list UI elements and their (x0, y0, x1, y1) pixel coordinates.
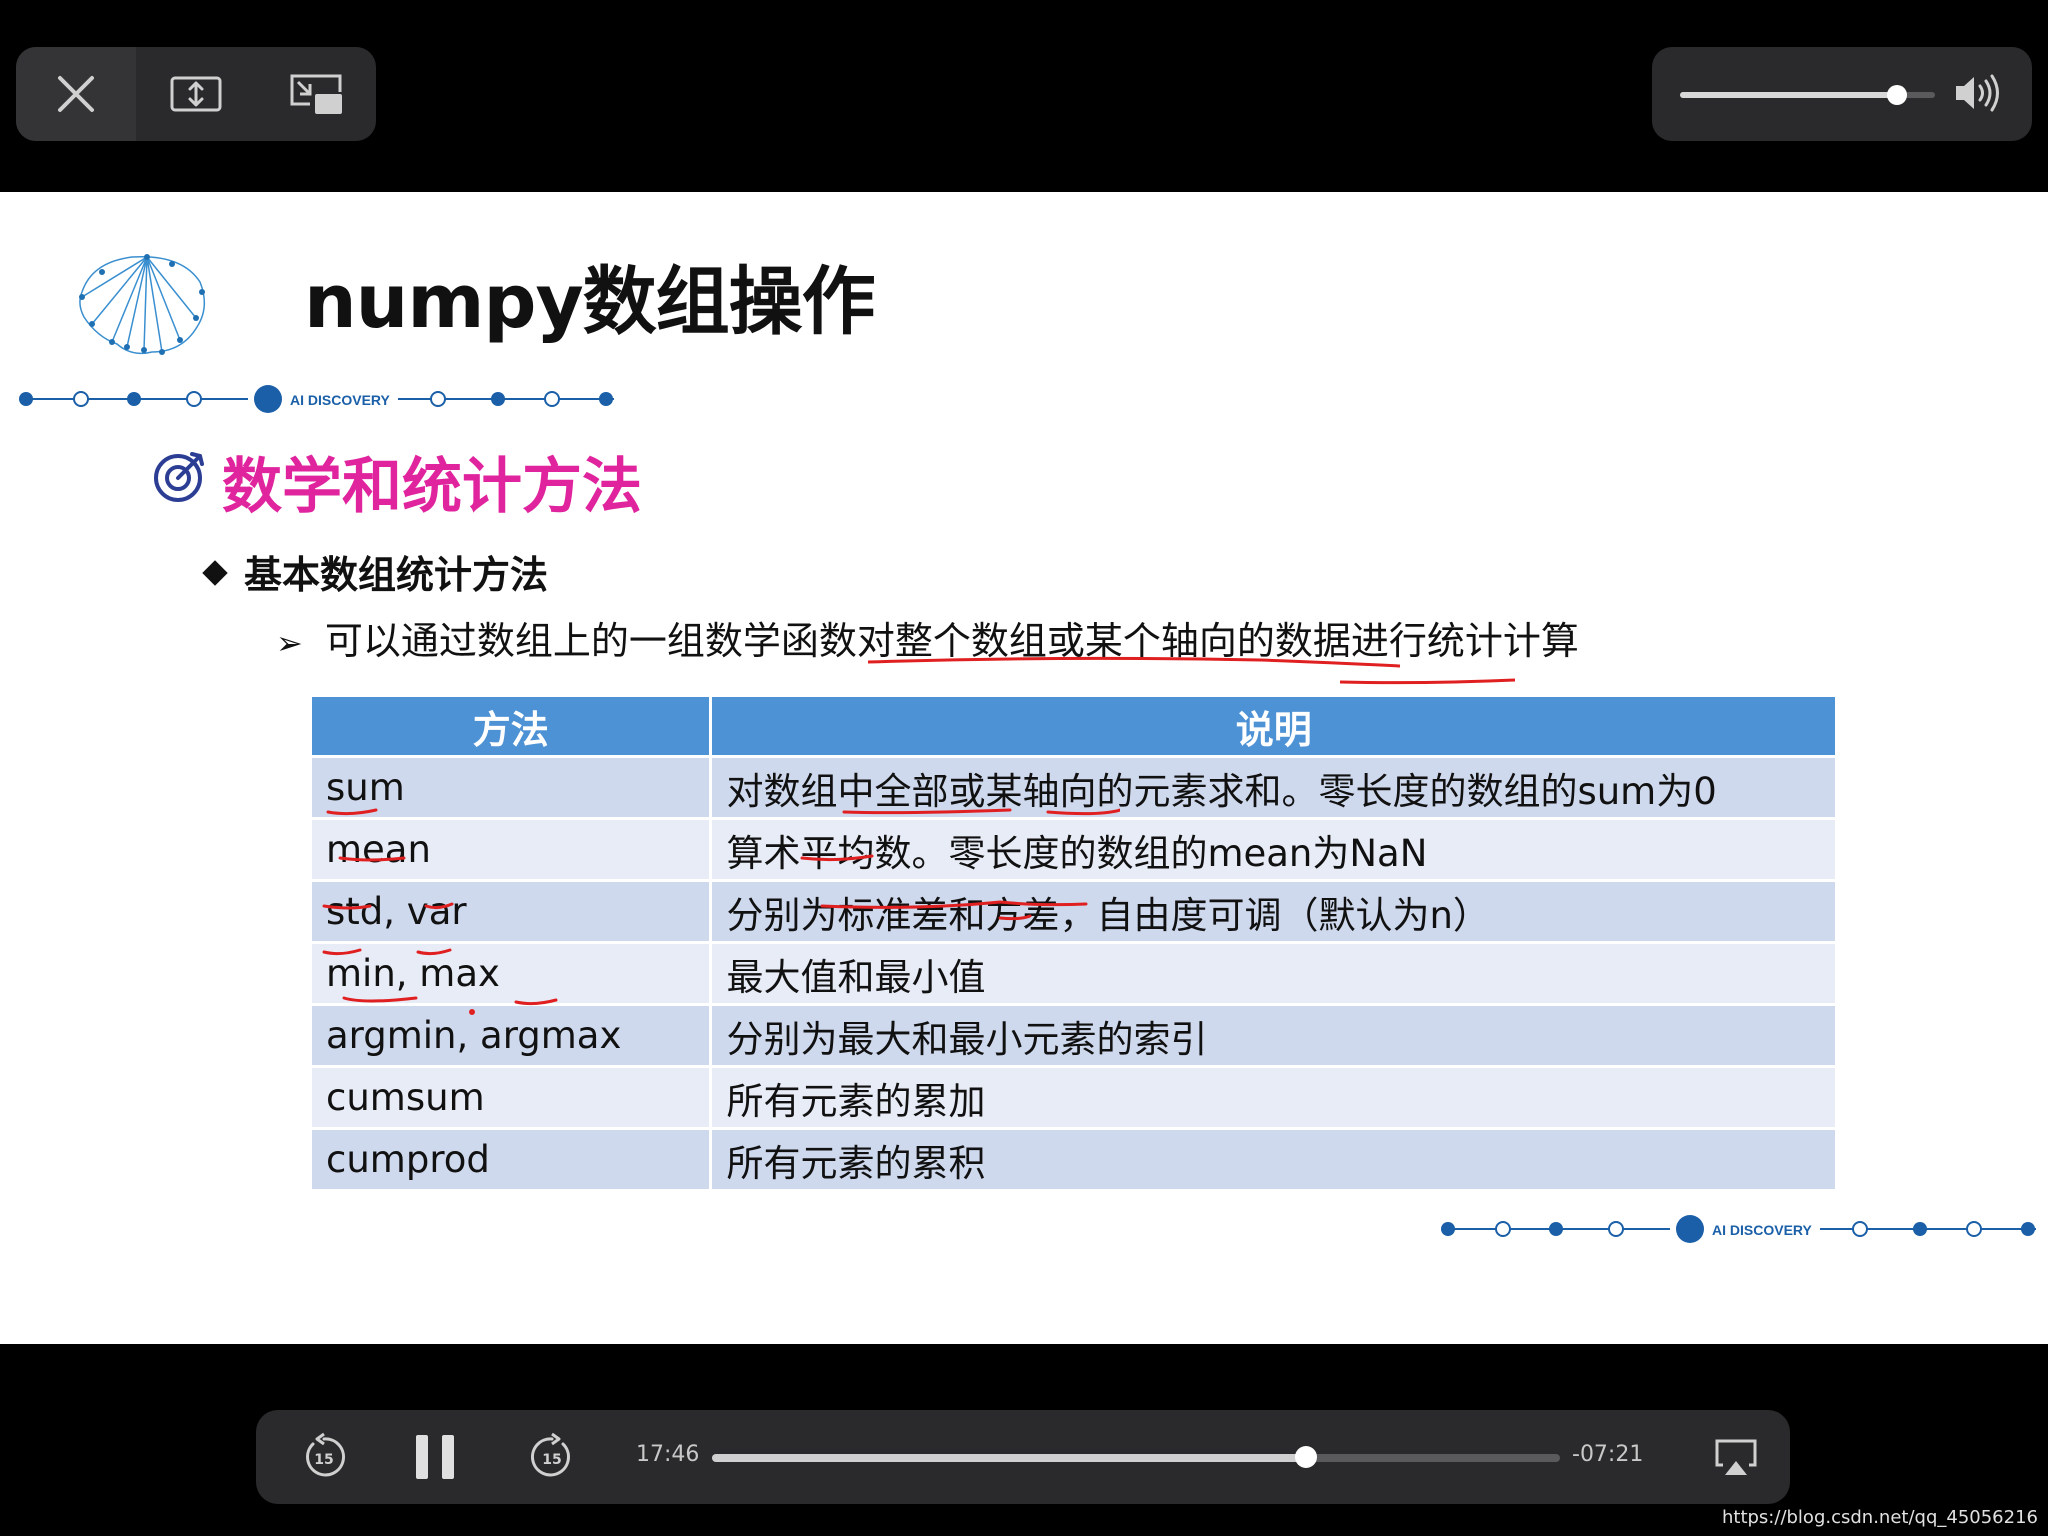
progress-bar-fill (712, 1454, 1306, 1462)
close-icon (58, 76, 94, 112)
time-elapsed: 17:46 (636, 1442, 700, 1467)
handwritten-annotation (867, 656, 1516, 685)
skip-back-button[interactable]: 15 (284, 1410, 364, 1504)
table-header-row: 方法 说明 (308, 694, 1838, 758)
airplay-button[interactable] (1696, 1410, 1776, 1504)
close-button[interactable] (16, 47, 136, 141)
bullet-level1-text: 基本数组统计方法 (244, 553, 549, 597)
decorative-dot-line: AI DISCOVERY (19, 383, 614, 415)
skip-back-15-icon: 15 (306, 1432, 345, 1477)
decorative-dot-line: AI DISCOVERY (1441, 1213, 2036, 1245)
progress-bar[interactable] (712, 1446, 1560, 1468)
resize-icon (170, 76, 222, 112)
skip-forward-15-icon: 15 (531, 1432, 570, 1477)
bottom-control-bar: 15 15 17:46 -07:21 https://blog.csdn.net… (0, 1344, 2048, 1536)
brand-label: AI DISCOVERY (290, 392, 390, 408)
arrow-bullet-icon: ➢ (276, 624, 303, 662)
airplay-icon (1715, 1439, 1757, 1475)
presentation-slide: numpy数组操作 AI DISCOVERY 数学和统计方法 基本数组统计方法 … (0, 192, 2048, 1344)
diamond-bullet-icon (202, 560, 228, 586)
skip-back-seconds: 15 (314, 1452, 333, 1468)
progress-bar-knob[interactable] (1294, 1446, 1317, 1468)
volume-slider-fill (1680, 92, 1897, 98)
table-header: 说明 (709, 694, 1838, 758)
skip-forward-seconds: 15 (542, 1452, 561, 1468)
table-header: 方法 (308, 694, 713, 758)
time-remaining: -07:21 (1572, 1442, 1644, 1467)
top-control-bar (0, 0, 2048, 192)
brain-network-logo (79, 254, 206, 355)
slide-title: numpy数组操作 (304, 259, 876, 345)
watermark: https://blog.csdn.net/qq_45056216 (1721, 1507, 2038, 1528)
picture-in-picture-icon (290, 74, 342, 114)
window-controls (16, 47, 376, 141)
volume-control (1652, 47, 2032, 141)
handwritten-annotation (322, 808, 1120, 1015)
bullet-level1: 基本数组统计方法 (198, 544, 548, 599)
volume-slider[interactable] (1680, 85, 1935, 105)
picture-in-picture-button[interactable] (256, 47, 376, 141)
pause-button[interactable] (396, 1410, 476, 1504)
playback-controls: 15 15 17:46 -07:21 (256, 1410, 1790, 1504)
resize-button[interactable] (136, 47, 256, 141)
section-title: 数学和统计方法 (222, 452, 642, 522)
pause-icon (416, 1435, 454, 1479)
target-icon (154, 452, 204, 502)
skip-forward-button[interactable]: 15 (512, 1410, 592, 1504)
brand-label: AI DISCOVERY (1712, 1222, 1812, 1238)
volume-slider-knob[interactable] (1886, 85, 1907, 105)
speaker-volume-icon[interactable] (1952, 71, 2008, 115)
